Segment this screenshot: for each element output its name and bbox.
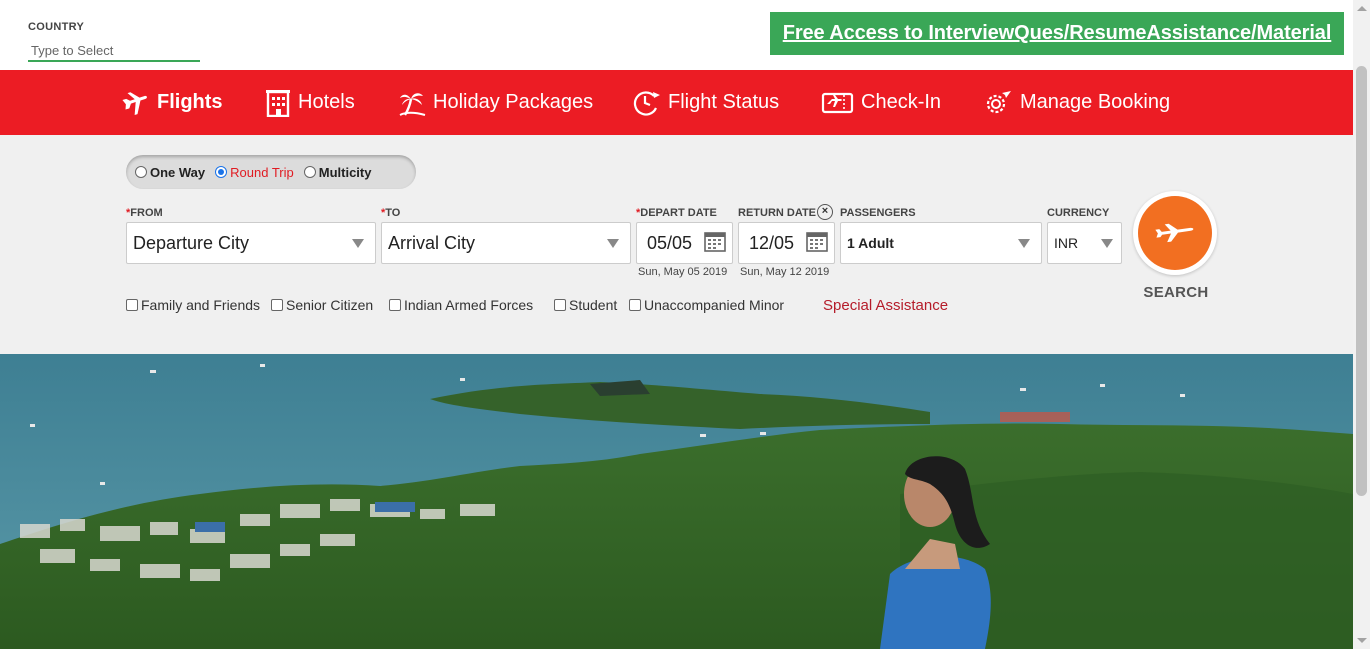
to-label-text: TO (385, 207, 401, 219)
depart-label-text: DEPART DATE (640, 207, 717, 219)
return-date-label: RETURN DATE (738, 207, 817, 219)
airplane-icon (1155, 223, 1194, 243)
clock-plane-icon (633, 90, 660, 116)
to-value: Arrival City (388, 232, 476, 253)
ticket-icon (821, 92, 854, 113)
calendar-icon[interactable] (704, 230, 726, 252)
scroll-up-icon[interactable] (1357, 6, 1367, 11)
tab-hotels[interactable]: Hotels (265, 70, 355, 135)
promo-banner: Free Access to InterviewQues/ResumeAssis… (770, 12, 1344, 55)
hotel-icon (266, 89, 290, 117)
one-way-radio[interactable] (135, 166, 147, 178)
country-selector: COUNTRY (28, 21, 200, 62)
round-trip-radio[interactable] (215, 166, 228, 178)
armed-forces-checkbox[interactable] (389, 299, 401, 311)
country-input[interactable] (28, 40, 200, 62)
tab-holiday-packages[interactable]: Holiday Packages (398, 70, 593, 135)
student-option[interactable]: Student (554, 297, 617, 313)
from-label-text: FROM (130, 207, 163, 219)
currency-value: INR (1054, 235, 1079, 251)
chevron-down-icon (1018, 239, 1030, 248)
family-friends-label: Family and Friends (141, 297, 261, 313)
page-scrollbar[interactable] (1353, 0, 1370, 649)
tab-hotels-label: Hotels (298, 91, 355, 113)
main-nav: Flights Hotels Holiday Packages Flight S… (0, 70, 1353, 135)
depart-date-label: *DEPART DATE (636, 207, 717, 219)
student-checkbox[interactable] (554, 299, 566, 311)
to-label: *TO (381, 207, 400, 219)
search-button-circle (1138, 196, 1212, 270)
palm-tree-icon (399, 92, 426, 116)
to-select[interactable]: Arrival City (381, 222, 631, 264)
return-date-field[interactable]: 12/05 (738, 222, 835, 264)
country-label: COUNTRY (28, 21, 85, 33)
return-date-full: Sun, May 12 2019 (740, 266, 830, 278)
chevron-down-icon (607, 239, 619, 248)
senior-citizen-option[interactable]: Senior Citizen (271, 297, 373, 313)
multicity-option[interactable]: Multicity (303, 164, 372, 180)
scrollbar-thumb[interactable] (1356, 66, 1367, 496)
tab-flight-status[interactable]: Flight Status (632, 70, 779, 135)
tab-manage-booking[interactable]: Manage Booking (983, 70, 1170, 135)
passengers-select[interactable]: 1 Adult (840, 222, 1042, 264)
currency-select[interactable]: INR (1047, 222, 1122, 264)
search-panel: One Way Round Trip Multicity *FROM *TO *… (0, 135, 1353, 354)
round-trip-option[interactable]: Round Trip (215, 165, 294, 180)
chevron-down-icon (1101, 239, 1113, 248)
gear-plane-icon (986, 90, 1011, 113)
hero-image (0, 354, 1353, 649)
currency-label: CURRENCY (1047, 207, 1110, 219)
depart-date-field[interactable]: 05/05 (636, 222, 733, 264)
multicity-label: Multicity (318, 164, 372, 180)
calendar-icon[interactable] (806, 230, 828, 252)
tab-check-in[interactable]: Check-In (821, 70, 941, 135)
one-way-label: One Way (150, 164, 206, 180)
depart-date-value: 05/05 (647, 232, 693, 253)
tab-check-in-label: Check-In (861, 91, 942, 113)
armed-forces-option[interactable]: Indian Armed Forces (389, 297, 533, 313)
tab-flights-label: Flights (157, 91, 223, 113)
tab-flights[interactable]: Flights (122, 70, 223, 135)
one-way-option[interactable]: One Way (135, 165, 205, 180)
unaccompanied-minor-checkbox[interactable] (629, 299, 641, 311)
airplane-icon (122, 91, 147, 115)
senior-citizen-checkbox[interactable] (271, 299, 283, 311)
clear-return-icon[interactable]: × (817, 204, 833, 220)
multicity-radio[interactable] (303, 166, 316, 178)
page: COUNTRY Free Access to InterviewQues/Res… (0, 0, 1370, 649)
scroll-down-icon[interactable] (1357, 638, 1367, 643)
senior-citizen-label: Senior Citizen (286, 297, 374, 313)
search-label: SEARCH (1143, 284, 1209, 301)
from-label: *FROM (126, 207, 163, 219)
special-assistance-link[interactable]: Special Assistance (823, 297, 948, 314)
passengers-value: 1 Adult (847, 235, 894, 251)
tab-holiday-packages-label: Holiday Packages (433, 91, 594, 113)
promo-link[interactable]: Free Access to InterviewQues/ResumeAssis… (783, 22, 1332, 45)
unaccompanied-minor-label: Unaccompanied Minor (644, 297, 785, 313)
return-date-value: 12/05 (749, 232, 795, 253)
hero-landscape (0, 354, 1353, 649)
round-trip-label: Round Trip (230, 164, 294, 180)
from-select[interactable]: Departure City (126, 222, 376, 264)
student-label: Student (569, 297, 618, 313)
search-button[interactable] (1133, 191, 1217, 275)
tab-flight-status-label: Flight Status (668, 91, 780, 113)
family-friends-option[interactable]: Family and Friends (126, 297, 260, 313)
unaccompanied-minor-option[interactable]: Unaccompanied Minor (629, 297, 784, 313)
passengers-label: PASSENGERS (840, 207, 916, 219)
trip-type-selector: One Way Round Trip Multicity (126, 155, 416, 189)
depart-date-full: Sun, May 05 2019 (638, 266, 728, 278)
tab-manage-booking-label: Manage Booking (1020, 91, 1171, 113)
armed-forces-label: Indian Armed Forces (404, 297, 534, 313)
from-value: Departure City (133, 232, 250, 253)
chevron-down-icon (352, 239, 364, 248)
family-friends-checkbox[interactable] (126, 299, 138, 311)
